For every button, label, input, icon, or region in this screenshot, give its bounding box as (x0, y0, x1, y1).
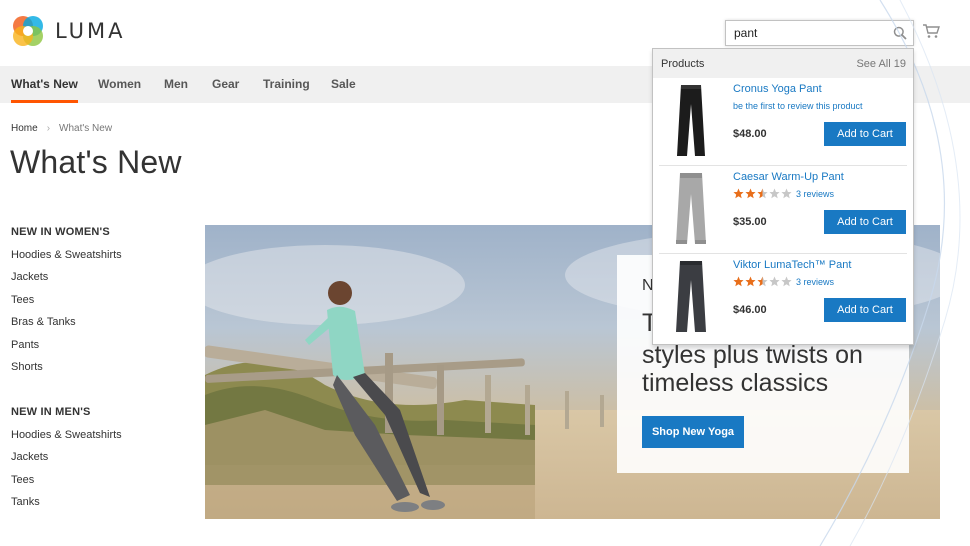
nav-item-sale[interactable]: Sale (331, 66, 356, 103)
reviews-link[interactable]: 3 reviews (796, 189, 834, 199)
shop-new-yoga-button[interactable]: Shop New Yoga (642, 416, 744, 448)
product-price: $35.00 (733, 216, 767, 228)
sidebar-link-women-tees[interactable]: Tees (11, 294, 34, 306)
nav-item-men[interactable]: Men (164, 66, 188, 103)
logo-text: LUMA (55, 19, 126, 43)
nav-item-women[interactable]: Women (98, 66, 141, 103)
rating-stars: 3 reviews (733, 276, 834, 287)
autocomplete-header: Products See All 19 (653, 49, 913, 78)
search-autocomplete: Products See All 19 Cronus Yoga Pant be … (652, 48, 914, 345)
add-to-cart-button[interactable]: Add to Cart (824, 298, 906, 322)
star-full-icon (745, 276, 756, 287)
rating-stars: 3 reviews (733, 188, 834, 199)
product-name[interactable]: Cronus Yoga Pant (733, 83, 822, 95)
sidebar-link-men-jackets[interactable]: Jackets (11, 451, 48, 463)
autocomplete-product-3[interactable]: Viktor LumaTech™ Pant 3 reviews $46.00 A… (653, 254, 913, 342)
breadcrumb: Home › What's New (11, 123, 112, 134)
autocomplete-title: Products (661, 58, 705, 70)
review-prompt-link[interactable]: be the first to review this product (733, 101, 863, 111)
star-empty-icon (769, 276, 780, 287)
page-title: What's New (10, 144, 182, 180)
sidebar-link-women-jackets[interactable]: Jackets (11, 271, 48, 283)
cart-icon[interactable] (922, 23, 940, 39)
add-to-cart-button[interactable]: Add to Cart (824, 122, 906, 146)
product-price: $46.00 (733, 304, 767, 316)
add-to-cart-button[interactable]: Add to Cart (824, 210, 906, 234)
sidebar-link-men-hoodies[interactable]: Hoodies & Sweatshirts (11, 429, 122, 441)
promo-line-2: styles plus twists on (642, 341, 863, 369)
breadcrumb-separator: › (46, 123, 51, 134)
luma-logo[interactable]: LUMA (10, 13, 126, 49)
autocomplete-product-1[interactable]: Cronus Yoga Pant be the first to review … (653, 78, 913, 166)
sidebar-link-women-hoodies[interactable]: Hoodies & Sweatshirts (11, 249, 122, 261)
product-price: $48.00 (733, 128, 767, 140)
breadcrumb-home[interactable]: Home (11, 123, 38, 134)
star-half-icon (757, 188, 768, 199)
star-empty-icon (781, 276, 792, 287)
product-name[interactable]: Caesar Warm-Up Pant (733, 171, 844, 183)
search-icon[interactable] (893, 26, 907, 40)
sidebar-link-women-bras-tanks[interactable]: Bras & Tanks (11, 316, 76, 328)
nav-item-training[interactable]: Training (263, 66, 310, 103)
sidebar-link-men-tees[interactable]: Tees (11, 474, 34, 486)
star-full-icon (733, 188, 744, 199)
promo-line-3: timeless classics (642, 369, 829, 397)
sidebar-link-women-shorts[interactable]: Shorts (11, 361, 43, 373)
autocomplete-product-2[interactable]: Caesar Warm-Up Pant 3 reviews $35.00 Add… (653, 166, 913, 254)
sidebar-heading-men: NEW IN MEN'S (11, 406, 91, 418)
sidebar-heading-women: NEW IN WOMEN'S (11, 226, 110, 238)
search-box (725, 20, 914, 46)
star-half-icon (757, 276, 768, 287)
product-thumbnail[interactable] (667, 258, 715, 336)
star-full-icon (745, 188, 756, 199)
nav-item-gear[interactable]: Gear (212, 66, 239, 103)
reviews-link[interactable]: 3 reviews (796, 277, 834, 287)
breadcrumb-current: What's New (59, 123, 113, 134)
search-input[interactable] (726, 21, 886, 45)
star-empty-icon (769, 188, 780, 199)
sidebar-link-women-pants[interactable]: Pants (11, 339, 39, 351)
product-thumbnail[interactable] (667, 82, 715, 160)
luma-logo-icon (13, 16, 43, 46)
see-all-link[interactable]: See All 19 (856, 58, 906, 70)
nav-item-whats-new[interactable]: What's New (11, 66, 78, 103)
star-empty-icon (781, 188, 792, 199)
star-full-icon (733, 276, 744, 287)
product-name[interactable]: Viktor LumaTech™ Pant (733, 259, 851, 271)
sidebar-link-men-tanks[interactable]: Tanks (11, 496, 40, 508)
product-thumbnail[interactable] (667, 170, 715, 248)
